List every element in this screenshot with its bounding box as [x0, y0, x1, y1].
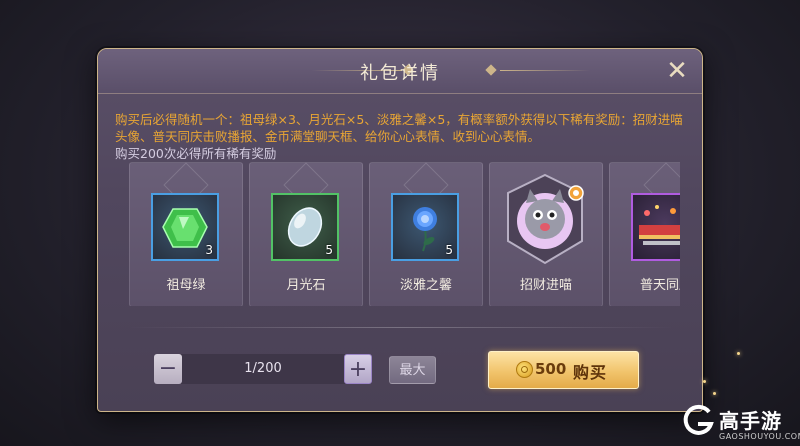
- divider: [128, 327, 674, 328]
- gift-pack-dialog: 礼包详情 ✕ 购买后必得随机一个：祖母绿×3、月光石×5、淡雅之馨×5，有概率额…: [97, 48, 703, 412]
- gold-coin-icon: [516, 361, 533, 378]
- reward-item-emerald[interactable]: 3 祖母绿: [129, 162, 243, 306]
- reward-item-moonstone[interactable]: 5 月光石: [249, 162, 363, 306]
- item-slot: 3: [151, 193, 219, 261]
- reward-description: 购买后必得随机一个：祖母绿×3、月光石×5、淡雅之馨×5，有概率额外获得以下稀有…: [115, 112, 683, 144]
- increase-button[interactable]: +: [344, 354, 372, 384]
- reward-item-celebration-banner[interactable]: 普天同庆: [609, 162, 680, 306]
- watermark-url: GAOSHOUYOU.COM: [719, 432, 800, 441]
- dialog-title: 礼包详情: [360, 63, 440, 84]
- sparkle-decoration: [713, 392, 716, 395]
- close-icon[interactable]: ✕: [664, 58, 690, 84]
- guarantee-description: 购买200次必得所有稀有奖励: [115, 146, 277, 161]
- buy-button[interactable]: 500 购买: [488, 351, 639, 389]
- quantity-value: 1/200: [244, 361, 282, 376]
- sparkle-decoration: [703, 380, 706, 383]
- item-slot: 5: [271, 193, 339, 261]
- price-value: 500: [535, 360, 567, 378]
- reward-item-lucky-cat-avatar[interactable]: 招财进喵: [489, 162, 603, 306]
- lucky-cat-avatar-icon: [507, 173, 584, 265]
- title-ornament-right: [500, 70, 590, 71]
- item-label: 淡雅之馨: [399, 278, 452, 293]
- celebration-banner-icon: [639, 205, 680, 245]
- buy-label: 购买: [573, 363, 608, 382]
- reward-items-list[interactable]: 3 祖母绿 5 月光石 5 淡雅之馨 招财进喵 普天同: [129, 162, 680, 306]
- item-quantity: 5: [325, 243, 333, 257]
- item-slot: 5: [391, 193, 459, 261]
- item-label: 祖母绿: [166, 278, 206, 293]
- max-button[interactable]: 最大: [389, 356, 436, 384]
- pack-description: 购买后必得随机一个：祖母绿×3、月光石×5、淡雅之馨×5，有概率额外获得以下稀有…: [115, 111, 695, 162]
- decrease-button[interactable]: −: [154, 354, 182, 384]
- dialog-header: 礼包详情 ✕: [98, 49, 702, 94]
- item-label: 普天同庆: [639, 278, 680, 293]
- item-label: 月光石: [286, 278, 326, 293]
- brand-logo-icon: [683, 404, 714, 435]
- reward-item-blue-rose[interactable]: 5 淡雅之馨: [369, 162, 483, 306]
- sparkle-decoration: [737, 352, 740, 355]
- watermark-brand: 高手游: [719, 409, 782, 433]
- quantity-stepper[interactable]: − 1/200 +: [154, 354, 372, 384]
- site-watermark: 高手游 GAOSHOUYOU.COM: [681, 400, 800, 446]
- item-quantity: 3: [205, 243, 213, 257]
- item-slot: [631, 193, 680, 261]
- item-quantity: 5: [445, 243, 453, 257]
- item-label: 招财进喵: [519, 278, 572, 293]
